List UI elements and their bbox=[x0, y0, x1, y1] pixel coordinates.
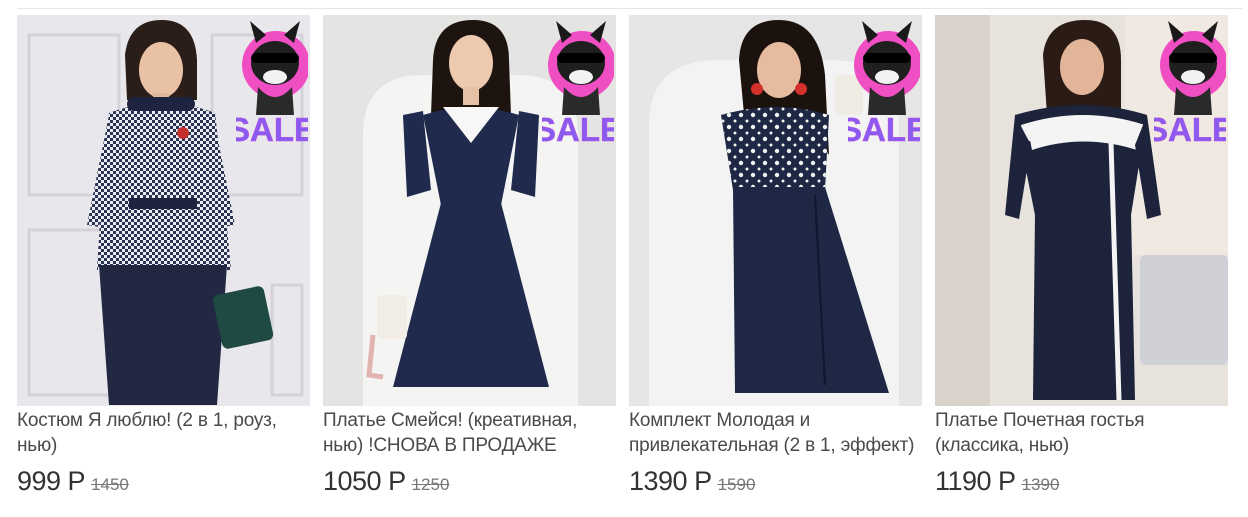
product-card[interactable]: SALE Комплект Молодая и привлекательная … bbox=[629, 15, 922, 497]
svg-text:SALE: SALE bbox=[542, 111, 614, 147]
product-photo[interactable]: SALE bbox=[935, 15, 1228, 406]
current-price: 999 Р bbox=[17, 466, 86, 496]
svg-text:SALE: SALE bbox=[1154, 111, 1226, 147]
current-price: 1190 Р bbox=[935, 466, 1016, 496]
price-row: 999 Р 1450 bbox=[17, 466, 310, 497]
product-title[interactable]: Комплект Молодая и привлекательная (2 в … bbox=[629, 408, 922, 458]
product-card[interactable]: SALE Платье Смейся! (креативная, нью) !С… bbox=[323, 15, 616, 497]
current-price: 1390 Р bbox=[629, 466, 712, 496]
price-row: 1050 Р 1250 bbox=[323, 466, 616, 497]
product-photo[interactable]: SALE bbox=[323, 15, 616, 406]
product-photo[interactable]: SALE bbox=[629, 15, 922, 406]
product-grid: SALE Костюм Я люблю! (2 в 1, роуз, нью) … bbox=[17, 15, 1228, 497]
price-row: 1190 Р 1390 bbox=[935, 466, 1228, 497]
sale-sticker-icon: SALE bbox=[1154, 21, 1226, 147]
sale-sticker-icon: SALE bbox=[848, 21, 920, 147]
old-price: 1250 bbox=[411, 475, 450, 494]
price-row: 1390 Р 1590 bbox=[629, 466, 922, 497]
product-title[interactable]: Платье Смейся! (креативная, нью) !СНОВА … bbox=[323, 408, 616, 458]
old-price: 1450 bbox=[91, 475, 129, 494]
top-divider bbox=[17, 8, 1242, 9]
sale-sticker-icon: SALE bbox=[236, 21, 308, 147]
product-card[interactable]: SALE Платье Почетная гостья (классика, н… bbox=[935, 15, 1228, 497]
old-price: 1390 bbox=[1021, 475, 1060, 494]
old-price: 1590 bbox=[717, 475, 756, 494]
product-photo[interactable]: SALE bbox=[17, 15, 310, 406]
product-card[interactable]: SALE Костюм Я люблю! (2 в 1, роуз, нью) … bbox=[17, 15, 310, 497]
svg-text:SALE: SALE bbox=[848, 111, 920, 147]
sale-sticker-icon: SALE bbox=[542, 21, 614, 147]
current-price: 1050 Р bbox=[323, 466, 406, 496]
product-title[interactable]: Платье Почетная гостья (классика, нью) bbox=[935, 408, 1228, 458]
svg-text:SALE: SALE bbox=[236, 111, 308, 147]
product-title[interactable]: Костюм Я люблю! (2 в 1, роуз, нью) bbox=[17, 408, 310, 458]
